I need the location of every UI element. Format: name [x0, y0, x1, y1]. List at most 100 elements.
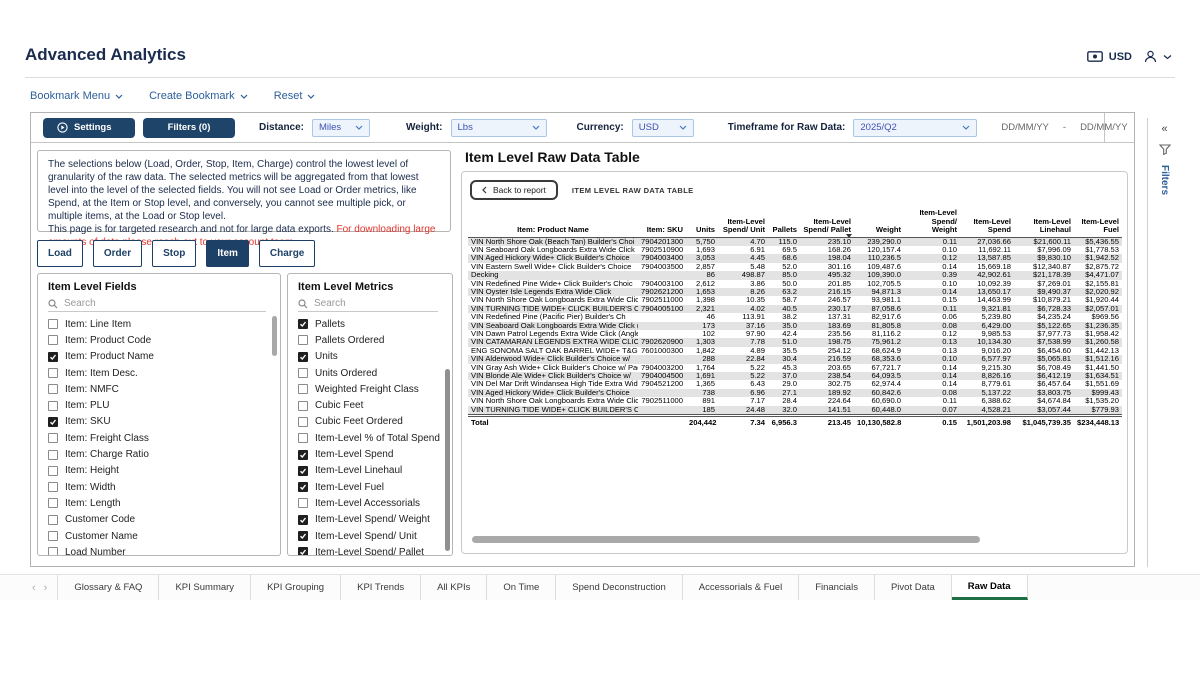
column-header[interactable]: Item-Level Spend/ Weight — [904, 208, 960, 237]
tab-kpi-trends[interactable]: KPI Trends — [341, 575, 421, 600]
checkbox-unchecked[interactable] — [298, 401, 308, 411]
table-row[interactable]: VIN Oyster Isle Legends Extra Wide Click… — [468, 288, 1122, 296]
checkbox-unchecked[interactable] — [48, 450, 58, 460]
checkbox-list-item[interactable]: Pallets — [298, 316, 452, 332]
checkbox-list-item[interactable]: Item-Level Linehaul — [298, 463, 452, 479]
checkbox-checked[interactable] — [298, 515, 308, 525]
checkbox-list-item[interactable]: Weighted Freight Class — [298, 381, 452, 397]
fields-search[interactable]: Search — [48, 296, 266, 312]
checkbox-unchecked[interactable] — [48, 319, 58, 329]
checkbox-checked[interactable] — [298, 547, 308, 556]
checkbox-list-item[interactable]: Cubic Feet Ordered — [298, 414, 452, 430]
tab-financials[interactable]: Financials — [799, 575, 875, 600]
checkbox-checked[interactable] — [298, 531, 308, 541]
date-from-input[interactable]: DD/MM/YY — [1001, 122, 1049, 133]
level-button-load[interactable]: Load — [37, 240, 83, 267]
currency-select[interactable]: USD — [632, 119, 694, 137]
checkbox-list-item[interactable]: Item: Height — [48, 463, 280, 479]
checkbox-list-item[interactable]: Item-Level Spend — [298, 446, 452, 462]
checkbox-list-item[interactable]: Units — [298, 349, 452, 365]
bookmark-menu-item[interactable]: Create Bookmark — [149, 90, 248, 102]
checkbox-list-item[interactable]: Item: Width — [48, 479, 280, 495]
table-row[interactable]: VIN North Shore Oak Longboards Extra Wid… — [468, 296, 1122, 304]
bookmark-menu-item[interactable]: Reset — [274, 90, 316, 102]
checkbox-list-item[interactable]: Cubic Feet — [298, 397, 452, 413]
tab-glossary-faq[interactable]: Glossary & FAQ — [58, 575, 159, 600]
weight-select[interactable]: Lbs — [451, 119, 547, 137]
checkbox-unchecked[interactable] — [48, 515, 58, 525]
column-header[interactable]: Weight — [854, 208, 904, 237]
tab-scroll-left-icon[interactable]: ‹ — [32, 582, 36, 594]
table-row[interactable]: VIN Eastern Swell Wide+ Click Builder's … — [468, 263, 1122, 271]
checkbox-checked[interactable] — [298, 319, 308, 329]
back-to-report-button[interactable]: Back to report — [470, 180, 558, 200]
checkbox-unchecked[interactable] — [298, 335, 308, 345]
checkbox-unchecked[interactable] — [48, 433, 58, 443]
filters-button[interactable]: Filters (0) — [143, 118, 235, 138]
table-row[interactable]: ENG SONOMA SALT OAK BARREL WIDE+ T&G7601… — [468, 347, 1122, 355]
checkbox-unchecked[interactable] — [48, 335, 58, 345]
column-header[interactable]: Item: SKU — [638, 208, 686, 237]
column-header[interactable]: Units — [686, 208, 718, 237]
table-row[interactable]: VIN Aged Hickory Wide+ Click Builder's C… — [468, 389, 1122, 397]
table-row[interactable]: VIN North Shore Oak (Beach Tan) Builder'… — [468, 237, 1122, 246]
distance-select[interactable]: Miles — [312, 119, 370, 137]
checkbox-unchecked[interactable] — [48, 547, 58, 556]
table-row[interactable]: Decking86498.8785.0495.32109,390.00.3942… — [468, 271, 1122, 279]
table-row[interactable]: VIN Alderwood Wide+ Click Builder's Choi… — [468, 355, 1122, 363]
checkbox-checked[interactable] — [298, 352, 308, 362]
checkbox-list-item[interactable]: Item: Freight Class — [48, 430, 280, 446]
checkbox-list-item[interactable]: Item: Item Desc. — [48, 365, 280, 381]
checkbox-list-item[interactable]: Pallets Ordered — [298, 332, 452, 348]
column-header[interactable]: Item-Level Fuel — [1074, 208, 1122, 237]
tab-accessorials-fuel[interactable]: Accessorials & Fuel — [683, 575, 799, 600]
checkbox-list-item[interactable]: Item-Level % of Total Spend — [298, 430, 452, 446]
checkbox-list-item[interactable]: Item: NMFC — [48, 381, 280, 397]
sort-descending-icon[interactable] — [846, 234, 852, 238]
column-header[interactable]: Pallets — [768, 208, 800, 237]
checkbox-list-item[interactable]: Item: Product Code — [48, 332, 280, 348]
tab-spend-deconstruction[interactable]: Spend Deconstruction — [556, 575, 682, 600]
settings-button[interactable]: Settings — [43, 118, 135, 138]
table-row[interactable]: VIN TURNING TIDE WIDE+ CLICK BUILDER'S C… — [468, 406, 1122, 416]
checkbox-unchecked[interactable] — [48, 384, 58, 394]
checkbox-unchecked[interactable] — [48, 466, 58, 476]
table-row[interactable]: VIN Gray Ash Wide+ Click Builder's Choic… — [468, 364, 1122, 372]
tab-kpi-grouping[interactable]: KPI Grouping — [251, 575, 341, 600]
checkbox-unchecked[interactable] — [298, 368, 308, 378]
user-icon[interactable] — [1144, 50, 1157, 63]
column-header[interactable]: Item-Level Spend/ Unit — [718, 208, 768, 237]
table-row[interactable]: VIN North Shore Oak Longboards Extra Wid… — [468, 397, 1122, 405]
level-button-charge[interactable]: Charge — [259, 240, 315, 267]
level-button-item[interactable]: Item — [206, 240, 249, 267]
column-header[interactable]: Item-Level Linehaul — [1014, 208, 1074, 237]
checkbox-unchecked[interactable] — [298, 384, 308, 394]
checkbox-checked[interactable] — [48, 352, 58, 362]
checkbox-list-item[interactable]: Item: Length — [48, 495, 280, 511]
checkbox-list-item[interactable]: Item-Level Fuel — [298, 479, 452, 495]
table-row[interactable]: VIN Aged Hickory Wide+ Click Builder's C… — [468, 254, 1122, 262]
table-row[interactable]: VIN Blonde Ale Wide+ Click Builder's Cho… — [468, 372, 1122, 380]
checkbox-list-item[interactable]: Item: SKU — [48, 414, 280, 430]
checkbox-list-item[interactable]: Item-Level Spend/ Weight — [298, 512, 452, 528]
checkbox-checked[interactable] — [298, 466, 308, 476]
bookmark-menu-item[interactable]: Bookmark Menu — [30, 90, 123, 102]
checkbox-unchecked[interactable] — [298, 417, 308, 427]
tab-on-time[interactable]: On Time — [487, 575, 556, 600]
table-horizontal-scrollbar[interactable] — [472, 536, 980, 543]
checkbox-list-item[interactable]: Item-Level Spend/ Pallet — [298, 544, 452, 556]
metrics-scrollbar[interactable] — [445, 369, 450, 551]
checkbox-unchecked[interactable] — [48, 498, 58, 508]
expand-pane-icon[interactable]: « — [1161, 124, 1167, 134]
column-header[interactable]: Item: Product Name — [468, 208, 638, 237]
user-menu-chevron-icon[interactable] — [1163, 54, 1172, 60]
level-button-order[interactable]: Order — [93, 240, 142, 267]
checkbox-checked[interactable] — [298, 450, 308, 460]
checkbox-unchecked[interactable] — [48, 401, 58, 411]
checkbox-checked[interactable] — [48, 417, 58, 427]
fields-scrollbar[interactable] — [272, 316, 277, 356]
checkbox-list-item[interactable]: Item: PLU — [48, 397, 280, 413]
checkbox-unchecked[interactable] — [48, 368, 58, 378]
checkbox-unchecked[interactable] — [298, 433, 308, 443]
tab-raw-data[interactable]: Raw Data — [952, 575, 1028, 600]
